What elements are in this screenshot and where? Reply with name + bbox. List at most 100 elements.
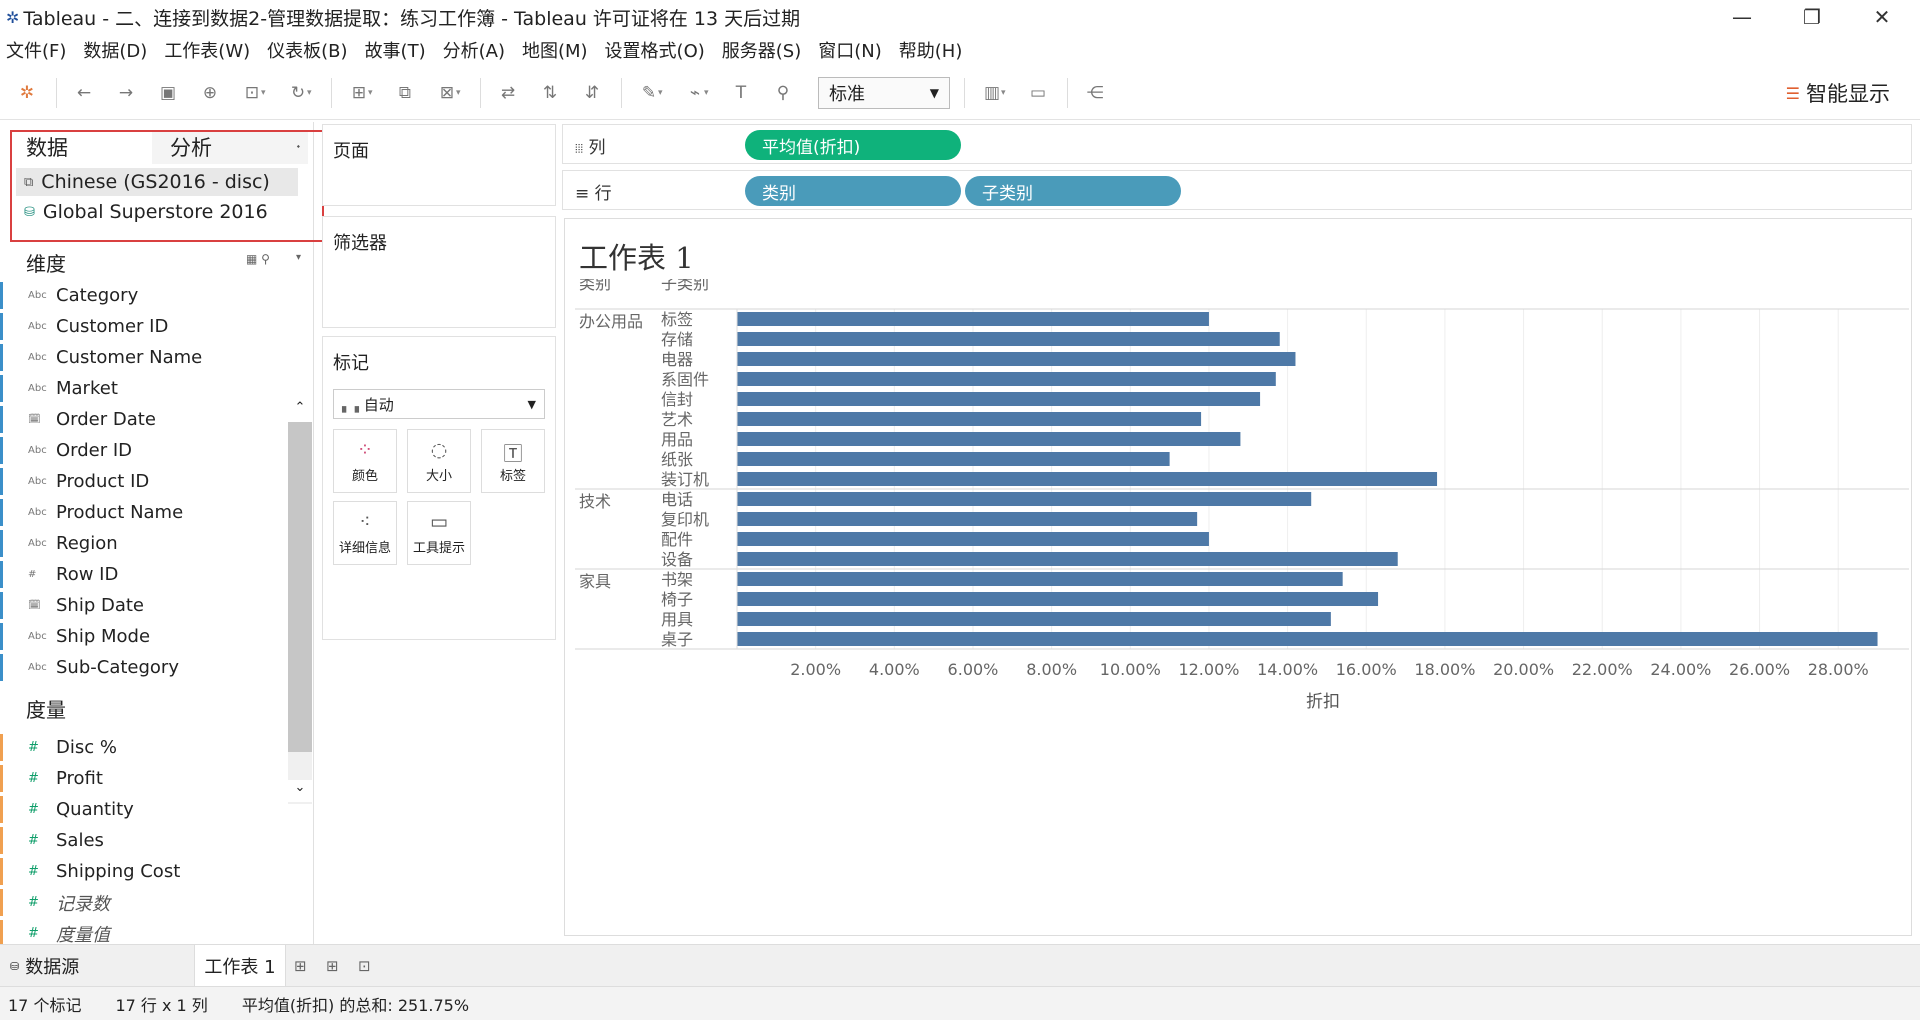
menu-item[interactable]: 窗口(N) <box>818 37 882 63</box>
datasource-item[interactable]: ⧉ Chinese (GS2016 - disc) <box>16 168 298 196</box>
bar[interactable] <box>737 572 1343 586</box>
dropdown-icon[interactable]: ▾ <box>1001 88 1011 98</box>
bar[interactable] <box>737 352 1296 366</box>
rows-shelf[interactable]: ≡ 行 类别 子类别 <box>562 170 1912 210</box>
rows-pill-category[interactable]: 类别 <box>745 176 961 206</box>
menu-item[interactable]: 仪表板(B) <box>267 37 347 63</box>
size-button[interactable]: ◌ 大小 <box>407 429 471 493</box>
dimension-field[interactable]: 🗓 Ship Date <box>0 590 290 621</box>
bar[interactable] <box>737 532 1209 546</box>
mark-type-select[interactable]: ▖▗ 自动 ▼ <box>333 389 545 419</box>
bar[interactable] <box>737 312 1209 326</box>
bar[interactable] <box>737 472 1438 486</box>
scroll-thumb[interactable] <box>288 422 312 752</box>
bar-chart[interactable]: 类别 子类别办公用品 标签存储电器系固件信封艺术用品纸张装订机技术 电话复印机配件设备… <box>565 279 1911 879</box>
dimension-field[interactable]: # Row ID <box>0 559 290 590</box>
share-icon[interactable]: ⋲ <box>1080 78 1110 108</box>
menu-item[interactable]: 服务器(S) <box>722 37 801 63</box>
bar[interactable] <box>737 492 1312 506</box>
dimension-field[interactable]: Abc Category <box>0 280 290 311</box>
bar[interactable] <box>737 632 1878 646</box>
menu-item[interactable]: 帮助(H) <box>899 37 963 63</box>
undo-icon[interactable]: ← <box>69 78 99 108</box>
dimension-field[interactable]: Abc Market <box>0 373 290 404</box>
measure-field[interactable]: # Shipping Cost <box>0 856 290 887</box>
detail-button[interactable]: ⁖ 详细信息 <box>333 501 397 565</box>
dropdown-icon[interactable]: ▾ <box>261 88 271 98</box>
measure-field[interactable]: # Quantity <box>0 794 290 825</box>
bar[interactable] <box>737 452 1170 466</box>
tab-analysis[interactable]: 分析 ⬩ <box>152 130 308 164</box>
restore-button[interactable]: ❐ <box>1782 0 1842 34</box>
redo-icon[interactable]: → <box>111 78 141 108</box>
bar[interactable] <box>737 512 1198 526</box>
bar[interactable] <box>737 432 1241 446</box>
dimension-field[interactable]: Abc Order ID <box>0 435 290 466</box>
close-button[interactable]: ✕ <box>1852 0 1912 34</box>
columns-pill[interactable]: 平均值(折扣) <box>745 130 961 160</box>
bar[interactable] <box>737 412 1202 426</box>
dropdown-icon[interactable]: ▾ <box>658 88 668 98</box>
rows-pill-subcategory[interactable]: 子类别 <box>965 176 1181 206</box>
tab-data[interactable]: 数据 <box>14 130 152 164</box>
menu-item[interactable]: 工作表(W) <box>164 37 250 63</box>
bar[interactable] <box>737 592 1379 606</box>
minimize-button[interactable]: — <box>1712 0 1772 34</box>
dimension-field[interactable]: Abc Product Name <box>0 497 290 528</box>
scroll-up-icon[interactable]: ⌃ <box>288 400 312 422</box>
tab-sheet1[interactable]: 工作表 1 <box>194 945 286 987</box>
menu-item[interactable]: 分析(A) <box>443 37 505 63</box>
filters-card[interactable]: 筛选器 <box>322 216 556 328</box>
show-me-button[interactable]: ☰ 智能显示 <box>1786 78 1890 108</box>
new-sheet-icon[interactable]: ⊞ <box>294 945 307 987</box>
new-dashboard-icon[interactable]: ⊞ <box>326 945 339 987</box>
swap-icon[interactable]: ⇄ <box>493 78 523 108</box>
tab-datasource[interactable]: ⛁ 数据源 <box>10 945 79 987</box>
label-button[interactable]: 🅃 标签 <box>481 429 545 493</box>
dimension-field[interactable]: Abc Customer Name <box>0 342 290 373</box>
scroll-down-icon[interactable]: ⌄ <box>288 780 312 802</box>
dimensions-menu-icon[interactable]: ▾ <box>296 252 301 263</box>
bar[interactable] <box>737 612 1331 626</box>
dimension-field[interactable]: Abc Sub-Category <box>0 652 290 683</box>
measure-field[interactable]: # Profit <box>0 763 290 794</box>
dropdown-icon[interactable]: ▾ <box>704 88 714 98</box>
measure-field[interactable]: # Sales <box>0 825 290 856</box>
menu-item[interactable]: 数据(D) <box>83 37 147 63</box>
dropdown-icon[interactable]: ▾ <box>456 88 466 98</box>
menu-item[interactable]: 故事(T) <box>365 37 426 63</box>
new-datasource-icon[interactable]: ⊕ <box>195 78 225 108</box>
scrollbar[interactable]: ⌃ ⌄ <box>288 400 312 804</box>
dimension-field[interactable]: Abc Ship Mode <box>0 621 290 652</box>
presentation-icon[interactable]: ▭ <box>1023 78 1053 108</box>
dropdown-icon[interactable]: ▾ <box>368 88 378 98</box>
menu-item[interactable]: 设置格式(O) <box>605 37 705 63</box>
new-story-icon[interactable]: ⊡ <box>358 945 371 987</box>
pin-icon[interactable]: ⚲ <box>768 78 798 108</box>
dimension-field[interactable]: 🗓 Order Date <box>0 404 290 435</box>
bar[interactable] <box>737 552 1398 566</box>
bar[interactable] <box>737 332 1280 346</box>
sort-ascending-icon[interactable]: ⇅ <box>535 78 565 108</box>
bar[interactable] <box>737 372 1276 386</box>
labels-icon[interactable]: T <box>726 78 756 108</box>
columns-shelf[interactable]: ⦙⦙⦙ 列 平均值(折扣) <box>562 124 1912 164</box>
menu-item[interactable]: 文件(F) <box>6 37 66 63</box>
tableau-icon[interactable]: ✲ <box>12 78 42 108</box>
duplicate-sheet-icon[interactable]: ⧉ <box>390 78 420 108</box>
pages-card[interactable]: 页面 <box>322 124 556 206</box>
color-button[interactable]: ⁘ 颜色 <box>333 429 397 493</box>
menu-item[interactable]: 地图(M) <box>522 37 588 63</box>
measure-field[interactable]: # 记录数 <box>0 887 290 918</box>
datasource-item[interactable]: ⛁ Global Superstore 2016 <box>16 198 298 226</box>
dropdown-icon[interactable]: ▾ <box>307 88 317 98</box>
fit-dropdown[interactable]: 标准 ▼ <box>818 76 950 109</box>
measure-field[interactable]: # Disc % <box>0 732 290 763</box>
tooltip-button[interactable]: ▭ 工具提示 <box>407 501 471 565</box>
sort-descending-icon[interactable]: ⇵ <box>577 78 607 108</box>
dimension-field[interactable]: Abc Region <box>0 528 290 559</box>
bar[interactable] <box>737 392 1261 406</box>
save-icon[interactable]: ▣ <box>153 78 183 108</box>
view-data-icon[interactable]: ▦ ⚲ <box>246 252 270 266</box>
dimension-field[interactable]: Abc Customer ID <box>0 311 290 342</box>
